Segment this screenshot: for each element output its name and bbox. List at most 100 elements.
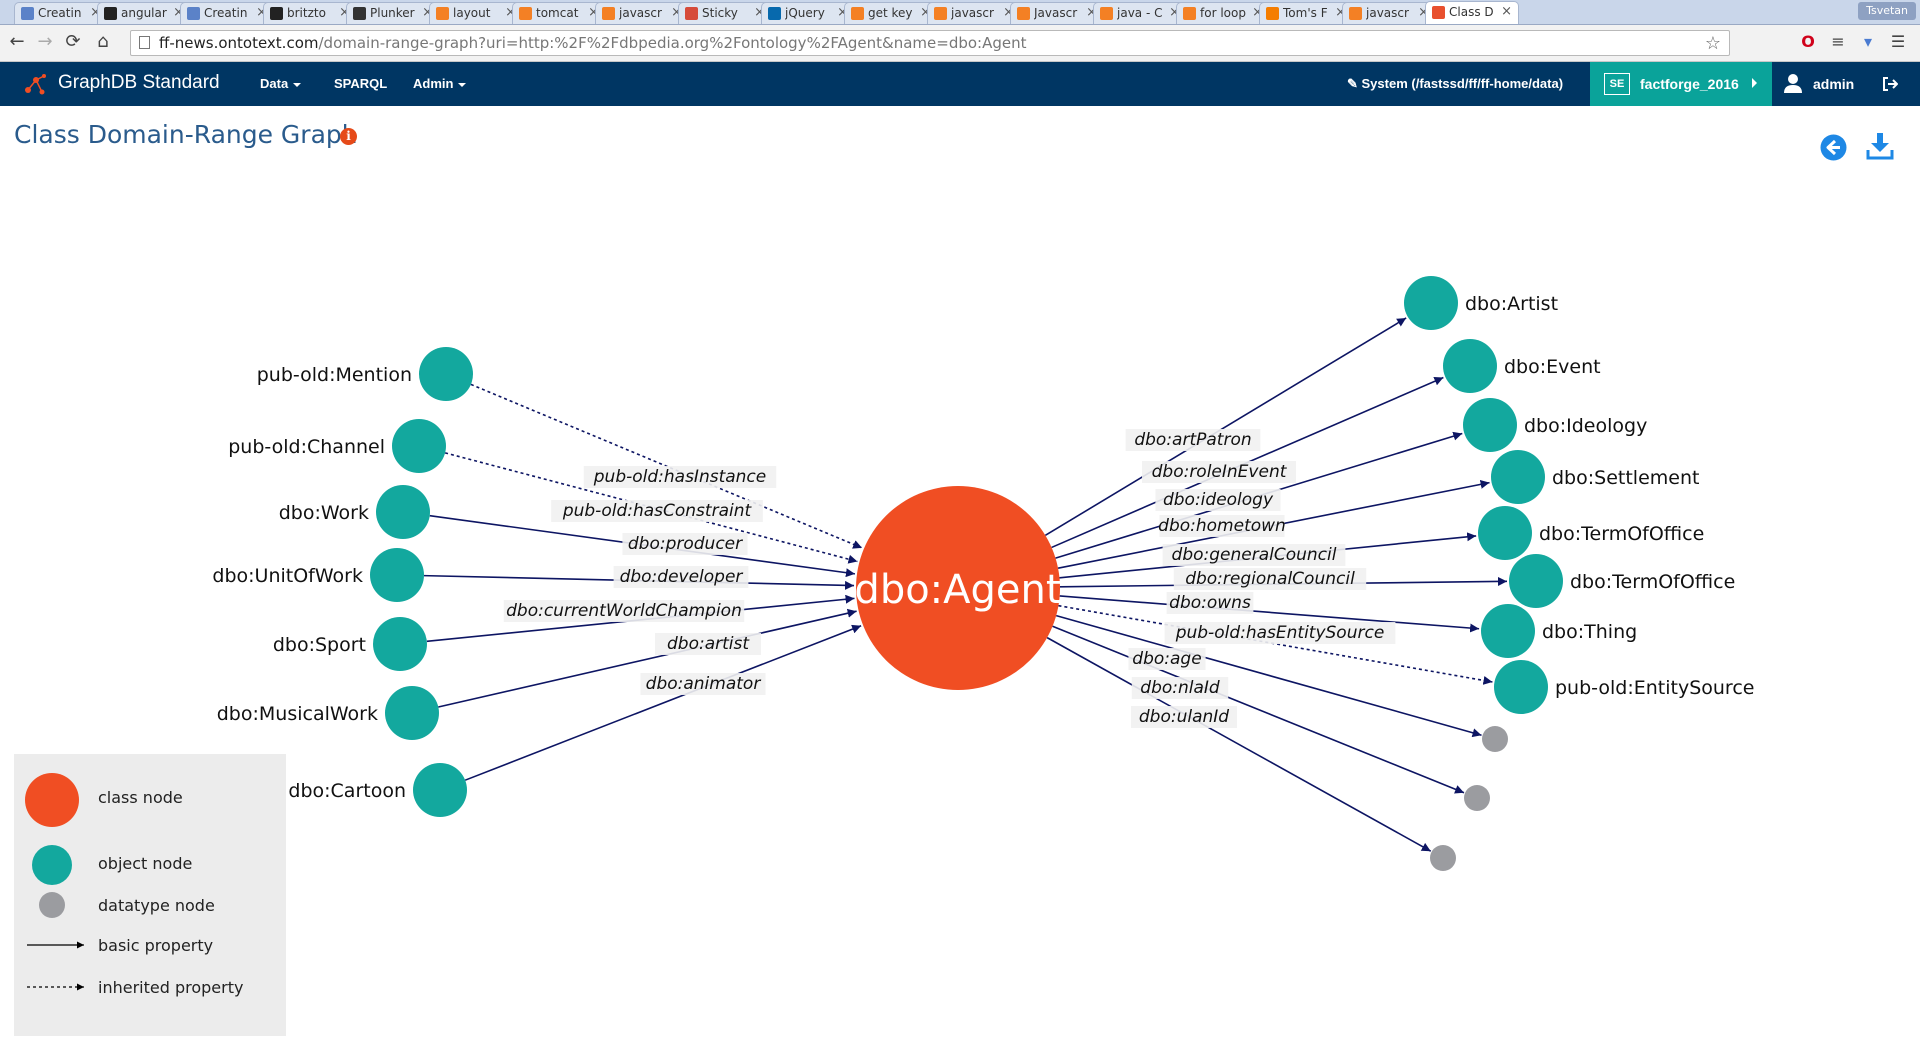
forward-nav-icon[interactable]: →	[34, 31, 56, 53]
node-label: dbo:MusicalWork	[217, 703, 378, 725]
url-text[interactable]: ff-news.ontotext.com/domain-range-graph?…	[159, 34, 1027, 52]
menu-admin[interactable]: Admin	[413, 76, 467, 91]
edge-label: dbo:artPatron	[1134, 430, 1251, 450]
address-bar[interactable]: ff-news.ontotext.com/domain-range-graph?…	[130, 30, 1730, 56]
edge-label: pub-old:hasInstance	[593, 467, 767, 487]
home-icon[interactable]: ⌂	[92, 31, 114, 53]
browser-tab-label: javascr	[619, 6, 662, 20]
menu-icon[interactable]: ☰	[1887, 31, 1909, 53]
chevron-down-icon	[458, 82, 467, 87]
app-navbar: GraphDB Standard Data SPARQL Admin ✎ Sys…	[0, 62, 1920, 106]
stackoverflow-icon	[436, 7, 449, 20]
node-label: dbo:Work	[279, 502, 369, 524]
edge-label-group: dbo:nlaId	[1131, 677, 1229, 699]
logout-icon[interactable]	[1882, 76, 1898, 92]
browser-tab[interactable]: javascr ×	[927, 2, 1021, 24]
browser-tab[interactable]: Tom's F ×	[1259, 2, 1353, 24]
center-node-label: dbo:Agent	[854, 567, 1061, 613]
browser-tab[interactable]: Sticky ×	[678, 2, 772, 24]
edge-label: dbo:regionalCouncil	[1185, 569, 1355, 589]
back-nav-icon[interactable]: ←	[6, 31, 28, 53]
menu-sparql[interactable]: SPARQL	[334, 76, 387, 91]
browser-tab[interactable]: layout ×	[429, 2, 523, 24]
legend-class-node-label: class node	[98, 788, 183, 807]
browser-tab[interactable]: get key ×	[844, 2, 938, 24]
system-info-label: System (/fastssd/ff/ff-home/data)	[1361, 76, 1564, 91]
object-node	[376, 485, 430, 539]
graphdb-logo-icon[interactable]	[22, 70, 50, 98]
browser-tab-label: layout	[453, 6, 491, 20]
edge-label: dbo:developer	[620, 567, 744, 587]
browser-tab[interactable]: britzto ×	[263, 2, 357, 24]
browser-toolbar: ← → ⟳ ⌂ ff-news.ontotext.com/domain-rang…	[0, 25, 1920, 62]
object-node	[1481, 604, 1535, 658]
browser-tab-label: Plunker	[370, 6, 415, 20]
browser-tab[interactable]: Plunker ×	[346, 2, 440, 24]
browser-tab[interactable]: javascr ×	[595, 2, 689, 24]
object-node	[413, 763, 467, 817]
browser-tab-label: for loop	[1200, 6, 1246, 20]
graphdb-icon	[1432, 6, 1445, 19]
reader-icon[interactable]: ≡	[1827, 31, 1849, 53]
object-node	[1494, 660, 1548, 714]
browser-tab[interactable]: Creatin ×	[180, 2, 274, 24]
close-tab-icon[interactable]: ×	[1501, 4, 1512, 19]
legend-datatype-node-label: datatype node	[98, 896, 215, 915]
browser-tab[interactable]: for loop ×	[1176, 2, 1270, 24]
edge-label-group: dbo:generalCouncil	[1162, 544, 1346, 566]
edge-label-group: dbo:age	[1128, 648, 1206, 670]
pocket-icon[interactable]: ▾	[1857, 31, 1879, 53]
node-label: pub-old:Mention	[257, 364, 412, 386]
edge-label-group: dbo:developer	[613, 566, 749, 588]
edge-label: dbo:animator	[646, 674, 762, 694]
page-icon	[139, 36, 150, 49]
browser-tab[interactable]: jQuery ×	[761, 2, 855, 24]
edge-label: dbo:currentWorldChampion	[506, 601, 742, 621]
browser-tab[interactable]: Class D ×	[1425, 1, 1519, 24]
edge-label: dbo:ulanId	[1139, 707, 1229, 727]
browser-tab[interactable]: Creatin ×	[14, 2, 108, 24]
object-node-symbol	[32, 845, 72, 885]
system-info[interactable]: ✎ System (/fastssd/ff/ff-home/data)	[1347, 76, 1563, 92]
edge-label-group: dbo:roleInEvent	[1142, 461, 1296, 483]
edge-label: dbo:owns	[1169, 593, 1251, 613]
node-label: pub-old:Channel	[228, 436, 385, 458]
node-label: dbo:Sport	[273, 634, 366, 656]
opera-icon[interactable]: O	[1797, 31, 1819, 53]
edge-label: dbo:hometown	[1158, 516, 1286, 536]
brand-name[interactable]: GraphDB Standard	[58, 72, 220, 94]
user-name[interactable]: admin	[1813, 76, 1854, 92]
datatype-node-symbol	[39, 892, 65, 918]
browser-tab-strip: Creatin × angular × Creatin × britzto × Plunker ×…	[0, 0, 1920, 25]
domain-range-graph[interactable]: pub-old:hasInstance pub-old:hasConstraint…	[0, 106, 1920, 1060]
browser-tab[interactable]: Javascr ×	[1010, 2, 1104, 24]
basic-property-symbol	[27, 941, 84, 949]
document-icon	[21, 7, 34, 20]
menu-data[interactable]: Data	[260, 76, 302, 91]
browser-profile-badge[interactable]: Tsvetan	[1858, 2, 1916, 20]
edge-label-group: dbo:artist	[655, 633, 761, 655]
legend-object-node-label: object node	[98, 854, 193, 873]
object-node	[1509, 554, 1563, 608]
stackoverflow-icon	[519, 7, 532, 20]
browser-tab[interactable]: angular ×	[97, 2, 191, 24]
browser-tab-label: Sticky	[702, 6, 738, 20]
stackoverflow-icon	[934, 7, 947, 20]
browser-tab[interactable]: javascr ×	[1342, 2, 1436, 24]
repository-selector[interactable]: SE factforge_2016	[1590, 62, 1772, 106]
stackoverflow-icon	[1100, 7, 1113, 20]
reload-icon[interactable]: ⟳	[62, 31, 84, 53]
edge-label-group: dbo:owns	[1166, 592, 1254, 614]
edge-label-group: dbo:artPatron	[1125, 429, 1261, 451]
blogger-icon	[1266, 7, 1279, 20]
wrench-icon: ✎	[1347, 76, 1362, 91]
inherited-property-symbol	[27, 983, 84, 991]
edge-label: dbo:roleInEvent	[1152, 462, 1288, 482]
bookmark-star-icon[interactable]: ☆	[1705, 33, 1721, 54]
edge-label: pub-old:hasEntitySource	[1175, 623, 1385, 643]
browser-tab-label: Creatin	[38, 6, 82, 20]
edge-label: dbo:age	[1132, 649, 1201, 669]
browser-tab[interactable]: java - C ×	[1093, 2, 1187, 24]
browser-tab[interactable]: tomcat ×	[512, 2, 606, 24]
user-icon[interactable]	[1784, 73, 1802, 93]
